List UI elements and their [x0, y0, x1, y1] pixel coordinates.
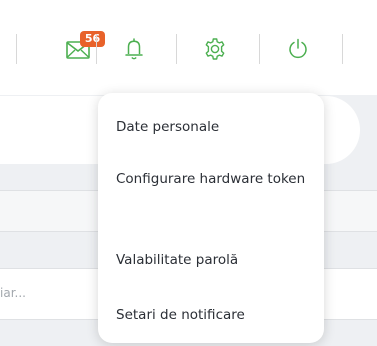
search-placeholder: iar... [0, 286, 26, 300]
gear-icon[interactable] [203, 37, 227, 61]
separator [342, 34, 343, 64]
mail-badge: 56 [80, 31, 105, 47]
bell-icon[interactable] [124, 37, 144, 61]
menu-item-date-personale[interactable]: Date personale [116, 117, 312, 137]
menu-item-configurare-hardware-token[interactable]: Configurare hardware token [116, 169, 312, 189]
menu-item-setari-de-notificare[interactable]: Setari de notificare [116, 305, 312, 325]
separator [96, 34, 97, 64]
separator [176, 34, 177, 64]
top-bar: 56 [0, 0, 377, 95]
settings-dropdown-menu: Date personale Configurare hardware toke… [98, 93, 324, 343]
menu-item-valabilitate-parola[interactable]: Valabilitate parolă [116, 250, 312, 270]
power-icon[interactable] [287, 38, 309, 60]
separator [259, 34, 260, 64]
separator [16, 34, 17, 64]
